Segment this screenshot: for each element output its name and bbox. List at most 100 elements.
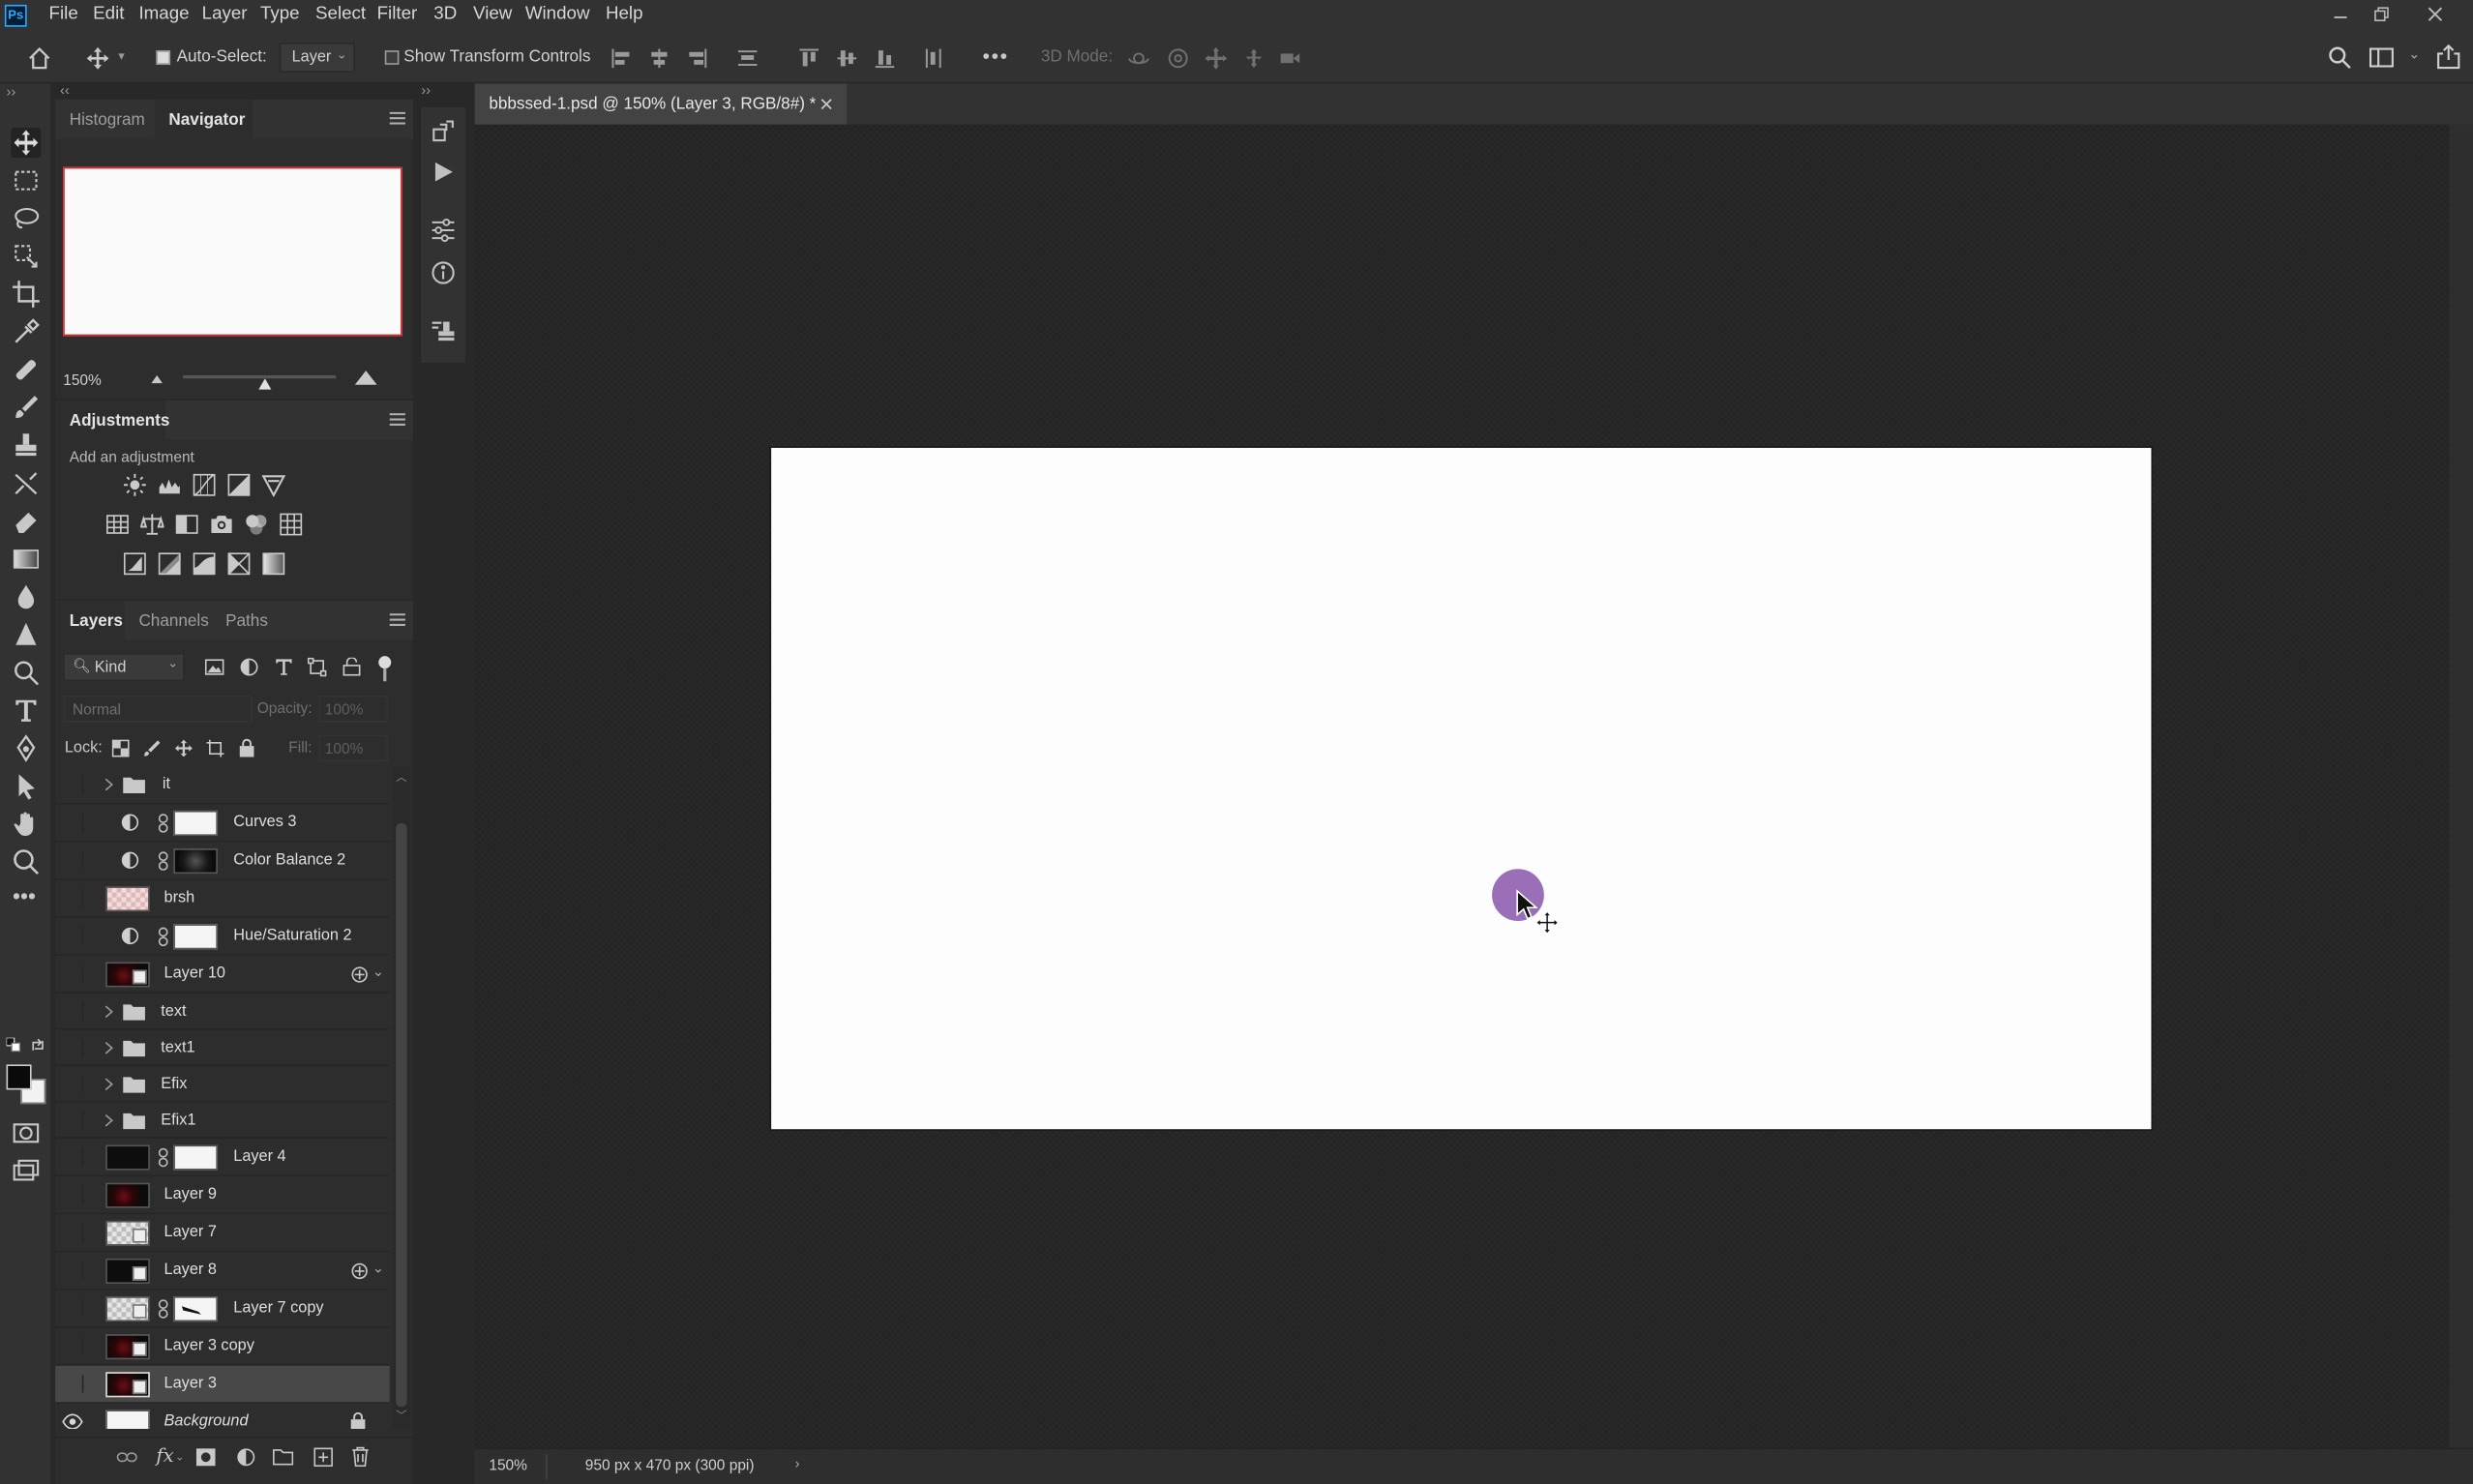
visibility-toggle[interactable] <box>62 889 84 907</box>
layer-mask-thumbnail[interactable] <box>173 1144 218 1171</box>
add-mask-icon[interactable] <box>195 1448 216 1468</box>
hue-saturation-icon[interactable] <box>105 513 129 536</box>
clone-stamp-tool-icon[interactable] <box>11 430 41 460</box>
document-canvas[interactable] <box>771 447 2152 1130</box>
layer-row[interactable]: Efix <box>55 1066 390 1103</box>
layer-row[interactable]: Layer 3 copy <box>55 1327 390 1366</box>
filter-shape-layers-icon[interactable] <box>307 657 327 677</box>
navigator-preview[interactable] <box>63 166 402 337</box>
path-selection-tool-icon[interactable] <box>11 771 41 801</box>
edit-toolbar-icon[interactable]: ••• <box>13 883 36 908</box>
actions-play-icon[interactable] <box>431 160 456 185</box>
tab-histogram[interactable]: Histogram <box>70 110 145 130</box>
new-adjustment-layer-icon[interactable] <box>237 1448 256 1468</box>
eye-icon[interactable] <box>62 1413 84 1429</box>
photo-filter-icon[interactable] <box>210 513 233 536</box>
minimize-icon[interactable] <box>2330 3 2352 25</box>
channel-mixer-icon[interactable] <box>245 513 268 536</box>
lock-icon[interactable] <box>350 1411 366 1429</box>
rectangular-marquee-tool-icon[interactable] <box>11 165 41 195</box>
menu-edit[interactable]: Edit <box>93 5 124 24</box>
lock-image-pixels-icon[interactable] <box>143 740 161 757</box>
eyedropper-tool-icon[interactable] <box>11 317 41 347</box>
layer-thumbnail[interactable] <box>105 1220 150 1246</box>
panel-menu-icon[interactable] <box>389 111 405 125</box>
layer-thumbnail[interactable] <box>105 1296 150 1322</box>
layer-thumbnail[interactable] <box>105 886 150 912</box>
collapse-panels-left-icon[interactable]: ‹‹ <box>60 82 70 98</box>
curves-icon[interactable] <box>193 473 216 496</box>
lasso-tool-icon[interactable] <box>11 203 41 233</box>
layer-row[interactable]: Curves 3 <box>55 804 390 843</box>
align-right-icon[interactable] <box>686 47 708 70</box>
menu-layer[interactable]: Layer <box>202 5 248 24</box>
exposure-icon[interactable] <box>227 473 251 496</box>
3d-slide-icon[interactable] <box>1243 47 1266 70</box>
layer-row[interactable]: it <box>55 766 390 805</box>
black-white-icon[interactable] <box>175 513 198 536</box>
quick-mask-icon[interactable] <box>11 1118 41 1148</box>
selective-color-icon[interactable] <box>227 552 251 576</box>
fx-icon[interactable]: fx <box>156 1444 173 1467</box>
zoom-tool-icon[interactable] <box>11 846 41 876</box>
auto-select-checkbox[interactable] <box>156 50 171 65</box>
3d-camera-icon[interactable] <box>1279 47 1301 70</box>
layer-thumbnail[interactable] <box>105 1372 150 1398</box>
zoom-slider-handle[interactable] <box>257 377 273 392</box>
link-icon[interactable] <box>158 1299 168 1319</box>
align-vertical-center-icon[interactable] <box>836 47 858 70</box>
layer-row[interactable]: Layer 7 copy <box>55 1290 390 1328</box>
visibility-toggle[interactable] <box>62 965 84 983</box>
layer-row[interactable]: Layer 8 ⌄ <box>55 1252 390 1291</box>
default-colors-icon[interactable] <box>6 1037 21 1053</box>
menu-file[interactable]: File <box>49 5 78 24</box>
gradient-tool-icon[interactable] <box>11 544 41 574</box>
scroll-up-icon[interactable]: ︿ <box>396 770 406 786</box>
new-group-icon[interactable] <box>273 1448 294 1466</box>
fx-chevron-icon[interactable]: ⌄ <box>175 1451 185 1463</box>
layers-scrollbar[interactable]: ︿ ﹀ <box>392 766 410 1429</box>
visibility-toggle[interactable] <box>62 1224 84 1241</box>
move-tool-icon[interactable] <box>11 128 42 159</box>
sponge-tool-icon[interactable] <box>11 658 41 688</box>
document-tab[interactable]: bbbssed-1.psd @ 150% (Layer 3, RGB/8#) * <box>474 83 848 125</box>
eraser-tool-icon[interactable] <box>11 506 41 536</box>
layer-row[interactable]: Hue/Saturation 2 <box>55 917 390 956</box>
visibility-toggle[interactable] <box>62 1185 84 1203</box>
layer-mask-thumbnail[interactable] <box>173 848 218 875</box>
color-balance-icon[interactable] <box>140 513 164 536</box>
3d-pan-icon[interactable] <box>1205 46 1228 70</box>
tab-navigator[interactable]: Navigator <box>168 110 245 130</box>
opacity-field[interactable]: 100% <box>318 695 389 723</box>
menu-select[interactable]: Select <box>315 5 366 24</box>
layer-row[interactable]: Layer 4 <box>55 1139 390 1177</box>
type-tool-icon[interactable] <box>11 696 41 726</box>
delete-layer-icon[interactable] <box>352 1446 370 1468</box>
more-options-button[interactable]: ••• <box>983 45 1009 68</box>
visibility-toggle[interactable] <box>62 814 84 832</box>
linked-smart-object-icon[interactable] <box>350 1261 370 1281</box>
layer-row[interactable]: Color Balance 2 <box>55 842 390 880</box>
levels-icon[interactable] <box>158 473 181 496</box>
object-selection-tool-icon[interactable] <box>11 241 41 271</box>
collapse-panels-right-icon[interactable]: ›› <box>421 82 431 98</box>
tab-paths[interactable]: Paths <box>225 612 268 632</box>
filter-adjustment-layers-icon[interactable] <box>240 658 259 677</box>
chevron-right-icon[interactable] <box>104 1041 114 1055</box>
layer-mask-thumbnail[interactable] <box>173 1296 218 1322</box>
link-icon[interactable] <box>158 927 168 947</box>
tab-adjustments[interactable]: Adjustments <box>70 411 170 430</box>
home-icon[interactable] <box>27 45 52 71</box>
search-icon[interactable] <box>2328 45 2351 69</box>
layer-row[interactable]: Layer 10 ⌄ <box>55 955 390 994</box>
posterize-icon[interactable] <box>158 552 181 576</box>
3d-roll-icon[interactable] <box>1167 47 1189 70</box>
expand-effects-icon[interactable]: ⌄ <box>372 1261 384 1278</box>
lock-transparent-pixels-icon[interactable] <box>111 739 130 757</box>
visibility-toggle[interactable] <box>62 1261 84 1280</box>
brightness-contrast-icon[interactable] <box>123 473 146 496</box>
threshold-icon[interactable] <box>193 552 216 576</box>
visibility-toggle[interactable] <box>62 1002 84 1021</box>
hand-tool-icon[interactable] <box>11 809 41 839</box>
menu-image[interactable]: Image <box>138 5 189 24</box>
